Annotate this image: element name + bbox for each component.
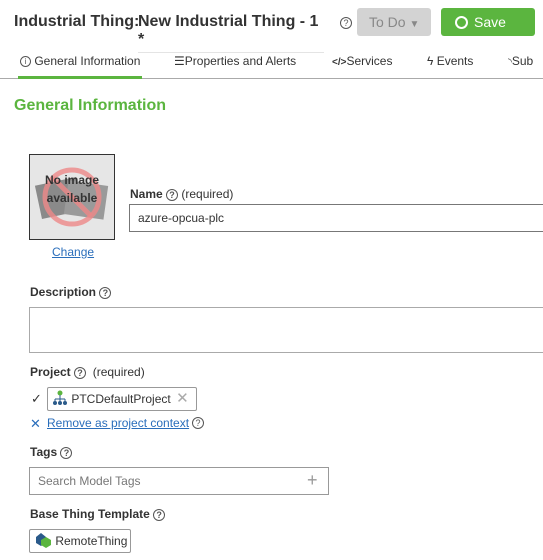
tab-label: Events bbox=[436, 54, 474, 68]
lightning-icon: ϟ bbox=[427, 54, 434, 68]
project-chip[interactable]: PTCDefaultProject ✕ bbox=[47, 387, 197, 411]
info-icon: i bbox=[20, 56, 31, 68]
add-tag-icon[interactable]: + bbox=[307, 470, 318, 491]
thing-type-label: Industrial Thing: bbox=[14, 13, 140, 30]
tab-label: Sub bbox=[511, 54, 534, 68]
remove-project-context-link[interactable]: Remove as project context bbox=[47, 416, 189, 430]
remote-thing-icon bbox=[36, 533, 51, 548]
project-label: Project ? (required) bbox=[30, 365, 145, 379]
thing-name-input[interactable]: New Industrial Thing - 1 * bbox=[138, 13, 324, 53]
state-label: To Do bbox=[369, 14, 406, 30]
code-icon: </> bbox=[332, 57, 347, 68]
close-icon: ✕ bbox=[30, 416, 41, 431]
project-hierarchy-icon bbox=[53, 390, 67, 405]
tags-label: Tags ? bbox=[30, 445, 73, 459]
check-icon: ✓ bbox=[31, 391, 42, 406]
circle-icon bbox=[455, 16, 468, 29]
thing-image: No image available bbox=[29, 154, 115, 240]
tags-search-input[interactable]: Search Model Tags bbox=[29, 467, 329, 495]
base-template-chip[interactable]: RemoteThing bbox=[29, 529, 131, 553]
no-image-text: No image available bbox=[44, 173, 99, 205]
base-template-label: Base Thing Template ? bbox=[30, 507, 166, 521]
save-label: Save bbox=[474, 14, 506, 30]
remove-project-icon[interactable]: ✕ bbox=[176, 390, 189, 407]
save-button[interactable]: Save bbox=[441, 8, 535, 36]
help-icon[interactable]: ? bbox=[340, 17, 352, 29]
change-image-link[interactable]: Change bbox=[52, 245, 94, 259]
name-label: Name ? (required) bbox=[130, 187, 234, 201]
tab-general-information[interactable]: i General Information bbox=[20, 54, 140, 68]
active-tab-indicator bbox=[18, 76, 142, 79]
tab-events[interactable]: ϟ Events bbox=[427, 54, 473, 68]
tab-subscriptions[interactable]: ◝Sub bbox=[508, 54, 533, 68]
tab-label: General Information bbox=[34, 54, 141, 68]
description-input[interactable] bbox=[29, 307, 543, 353]
tab-services[interactable]: </>Services bbox=[332, 54, 392, 68]
section-title: General Information bbox=[14, 97, 167, 114]
tab-label: Services bbox=[346, 54, 393, 68]
tab-properties-and-alerts[interactable]: ☰Properties and Alerts bbox=[174, 54, 296, 68]
tab-label: Properties and Alerts bbox=[184, 54, 297, 68]
state-dropdown[interactable]: To Do ▼ bbox=[357, 8, 431, 36]
name-input[interactable]: azure-opcua-plc bbox=[129, 204, 543, 232]
base-template-value: RemoteThing bbox=[55, 534, 128, 548]
project-value: PTCDefaultProject bbox=[71, 392, 171, 406]
help-icon[interactable]: ? bbox=[192, 417, 204, 429]
list-icon: ☰ bbox=[174, 54, 185, 68]
description-label: Description ? bbox=[30, 285, 112, 299]
caret-down-icon: ▼ bbox=[409, 19, 420, 30]
